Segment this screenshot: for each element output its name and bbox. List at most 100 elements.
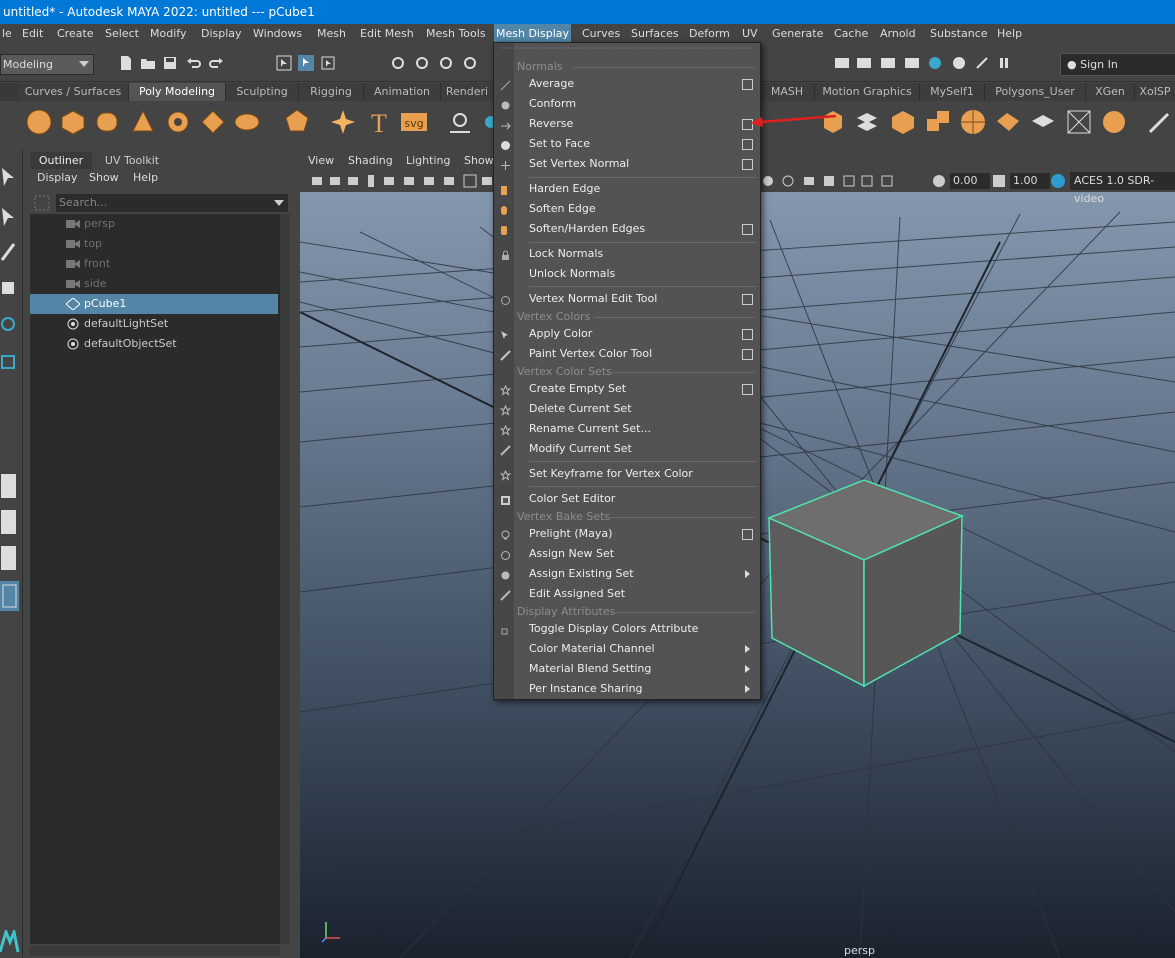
paint-select-icon[interactable] [0,240,18,264]
pcube1-mesh[interactable] [764,478,974,698]
shelf-tab-xoisp[interactable]: XoISP [1135,83,1175,101]
exposure-icon[interactable] [932,174,946,188]
snap-point-icon[interactable] [438,55,454,71]
bevel-icon[interactable] [852,107,882,137]
snap-grid-icon[interactable] [390,55,406,71]
snap-curve-icon[interactable] [414,55,430,71]
menu-item-prelight-maya[interactable]: Prelight (Maya) [529,524,754,544]
select-object-icon[interactable] [298,55,314,71]
menu-item-soften-edge[interactable]: Soften Edge [529,199,754,219]
outliner-item-side[interactable]: side [30,274,278,294]
snap-view-icon[interactable] [462,55,478,71]
menu-cache[interactable]: Cache [832,24,870,43]
multi-cut-icon[interactable] [1099,107,1129,137]
outliner-menu-display[interactable]: Display [37,171,78,184]
ipr-render-icon[interactable] [880,55,896,71]
insert-edge-loop-icon[interactable] [1064,107,1094,137]
platonic-solid-icon[interactable] [282,107,312,137]
menu-item-delete-current-set[interactable]: Delete Current Set [529,399,754,419]
menu-windows[interactable]: Windows [251,24,304,43]
menu-item-material-blend-setting[interactable]: Material Blend Setting [529,659,754,679]
measure-tool-icon[interactable] [445,107,475,137]
select-hierarchy-icon[interactable] [276,55,292,71]
select-tool-icon[interactable] [0,166,18,190]
poly-cone-icon[interactable] [128,107,158,137]
gamma-field[interactable]: 1.00 [1010,173,1050,189]
menu-item-set-to-face[interactable]: Set to Face [529,134,754,154]
viewport-menu-view[interactable]: View [308,154,334,167]
pause-icon[interactable] [996,55,1012,71]
apply-color-options-box[interactable] [742,329,753,340]
layout-outliner-icon[interactable] [0,580,20,612]
outliner-item-pcube1[interactable]: pCube1 [30,294,278,314]
bridge-icon[interactable] [888,107,918,137]
outliner-menu-help[interactable]: Help [133,171,158,184]
menu-mesh[interactable]: Mesh [315,24,348,43]
outliner-item-top[interactable]: top [30,234,278,254]
shelf-tab-animation[interactable]: Animation [364,83,441,101]
svg-tool-icon[interactable]: svg [399,107,429,137]
menu-mesh-tools[interactable]: Mesh Tools [424,24,488,43]
sign-in-button[interactable]: ● Sign In [1060,53,1175,76]
shelf-tab-motion-graphics[interactable]: Motion Graphics [815,83,920,101]
menu-item-harden-edge[interactable]: Harden Edge [529,179,754,199]
render-frame-icon[interactable] [856,55,872,71]
new-scene-icon[interactable] [118,55,134,71]
menu-item-color-material-channel[interactable]: Color Material Channel [529,639,754,659]
set-to-face-options-box[interactable] [742,139,753,150]
menu-item-set-vertex-normal[interactable]: Set Vertex Normal [529,154,754,174]
undo-icon[interactable] [186,55,202,71]
exposure-field[interactable]: 0.00 [950,173,990,189]
menu-item-edit-assigned-set[interactable]: Edit Assigned Set [529,584,754,604]
smooth-icon[interactable] [958,107,988,137]
render-setup-icon[interactable] [951,55,967,71]
mirror-icon[interactable] [1028,107,1058,137]
open-folder-icon[interactable] [140,55,156,71]
shelf-tab-sculpting[interactable]: Sculpting [226,83,299,101]
color-space-label[interactable]: ACES 1.0 SDR-video [1070,172,1175,205]
menu-item-per-instance-sharing[interactable]: Per Instance Sharing [529,679,754,699]
prelight-options-box[interactable] [742,529,753,540]
shelf-tab-myself1[interactable]: MySelf1 [920,83,985,101]
menu-substance[interactable]: Substance [928,24,990,43]
color-management-toggle-icon[interactable] [1050,173,1066,189]
gamma-icon[interactable] [992,174,1006,188]
viewport-camera-tools-icon[interactable] [312,174,492,188]
viewport-display-tools-icon[interactable] [762,174,902,188]
outliner-item-front[interactable]: front [30,254,278,274]
shelf-tab-xgen[interactable]: XGen [1086,83,1135,101]
select-component-icon[interactable] [320,55,336,71]
menu-edit-mesh[interactable]: Edit Mesh [358,24,416,43]
soften-harden-edges-options-box[interactable] [742,224,753,235]
menu-modify[interactable]: Modify [148,24,188,43]
menu-edit[interactable]: Edit [20,24,45,43]
lasso-tool-icon[interactable] [0,206,18,230]
hypershade-icon[interactable] [927,55,943,71]
chevron-down-icon[interactable] [274,200,284,206]
menu-uv[interactable]: UV [740,24,760,43]
menu-generate[interactable]: Generate [770,24,825,43]
viewport-menu-lighting[interactable]: Lighting [406,154,450,167]
shelf-tab-polygons-user[interactable]: Polygons_User [985,83,1086,101]
menu-item-unlock-normals[interactable]: Unlock Normals [529,264,754,284]
menu-item-vertex-normal-edit-tool[interactable]: Vertex Normal Edit Tool [529,289,754,309]
menu-mesh-display[interactable]: Mesh Display [494,24,572,43]
paint-vertex-color-tool-options-box[interactable] [742,349,753,360]
set-vertex-normal-options-box[interactable] [742,159,753,170]
menu-item-reverse[interactable]: Reverse [529,114,754,134]
pencil-icon[interactable] [1145,107,1175,137]
mode-select[interactable]: Modeling [0,54,94,75]
outliner-item-defaultobjectset[interactable]: defaultObjectSet [30,334,278,354]
save-icon[interactable] [162,55,178,71]
menu-item-soften-harden-edges[interactable]: Soften/Harden Edges [529,219,754,239]
outliner-menu-show[interactable]: Show [89,171,119,184]
menu-item-create-empty-set[interactable]: Create Empty Set [529,379,754,399]
menu-display[interactable]: Display [199,24,244,43]
menu-item-conform[interactable]: Conform [529,94,754,114]
shelf-tab-rendering[interactable]: Renderi [441,83,494,101]
poly-plane-icon[interactable] [198,107,228,137]
menu-file[interactable]: le [0,24,14,43]
outliner-horizontal-scrollbar[interactable] [30,946,280,956]
poly-sphere-icon[interactable] [24,107,54,137]
menu-item-color-set-editor[interactable]: Color Set Editor [529,489,754,509]
